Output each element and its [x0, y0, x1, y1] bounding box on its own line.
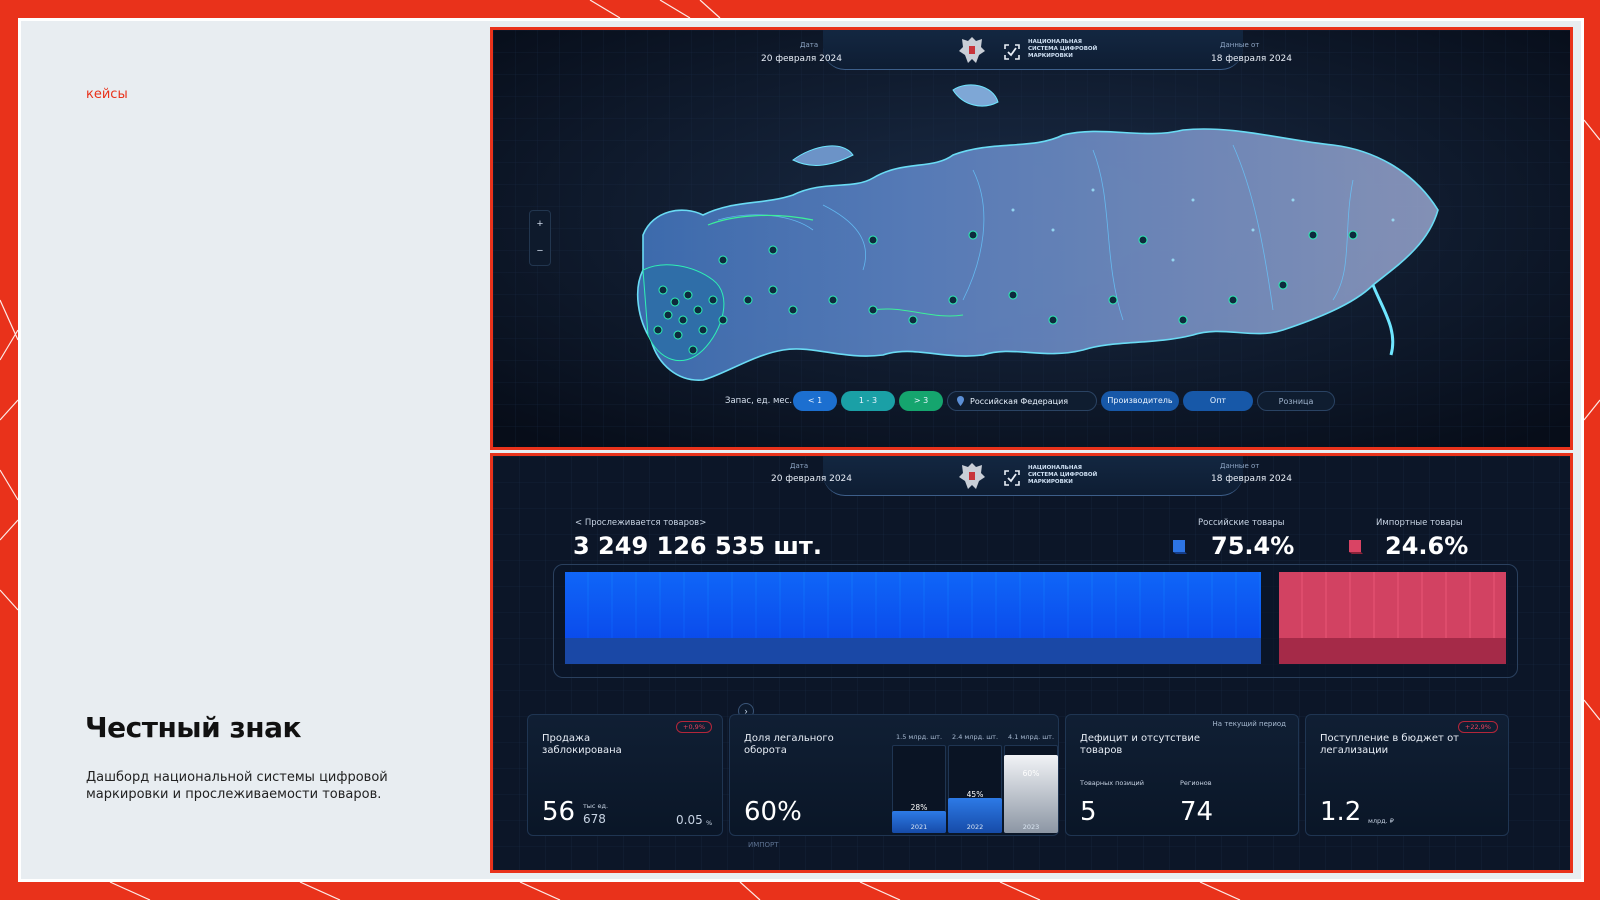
legal-value: 60%: [744, 797, 802, 827]
import-goods-label: Импортные товары: [1376, 518, 1463, 528]
import-share-bar: [1279, 572, 1506, 664]
budget-value: 1.2: [1320, 797, 1362, 827]
blocked-value: 56: [542, 797, 576, 827]
budget-unit: млрд. ₽: [1368, 817, 1394, 825]
tracked-value: 3 249 126 535 шт.: [573, 532, 822, 560]
blocked-unit: тыс ед.: [583, 802, 609, 810]
card-budget[interactable]: +22,9% Поступление в бюджет от легализац…: [1305, 714, 1509, 836]
stock-filter-gt3[interactable]: > 3: [899, 391, 943, 411]
org-name: НАЦИОНАЛЬНАЯ СИСТЕМА ЦИФРОВОЙ МАРКИРОВКИ: [1028, 465, 1098, 485]
legal-col-bar: [1004, 755, 1058, 833]
dashboard-header: Дата 20 февраля 2024 НАЦИОНАЛЬНАЯ СИСТЕМ…: [493, 30, 1570, 76]
card-title: Дефицит и отсутствие товаров: [1080, 733, 1201, 756]
stock-filter-1-3[interactable]: 1 - 3: [841, 391, 895, 411]
summary-dashboard-screenshot: Дата 20 февраля 2024 НАЦИОНАЛЬНАЯ СИСТЕМ…: [490, 453, 1573, 873]
date-label: Дата: [800, 41, 819, 49]
blocked-pct: 0.05: [676, 813, 703, 827]
russian-share-bar: [565, 572, 1261, 664]
russia-map: [493, 30, 1570, 447]
check-mark-logo-icon: [1004, 44, 1020, 60]
positions-label: Товарных позиций: [1080, 779, 1144, 787]
trend-badge: +0,9%: [676, 721, 712, 733]
legal-col-label: 4.1 млрд. шт.: [1008, 733, 1055, 741]
segment-producer[interactable]: Производитель: [1101, 391, 1179, 411]
data-from-label: Данные от: [1220, 41, 1260, 49]
date-value: 20 февраля 2024: [761, 54, 843, 64]
data-from-value: 18 февраля 2024: [1211, 54, 1293, 64]
period-label: На текущий период: [1212, 720, 1286, 728]
card-title: Поступление в бюджет от легализации: [1320, 733, 1460, 756]
regions-label: Регионов: [1180, 779, 1212, 787]
tracked-label[interactable]: < Прослеживается товаров>: [575, 518, 706, 528]
legal-col-year: 2023: [1022, 823, 1040, 831]
data-from-value: 18 февраля 2024: [1211, 474, 1293, 484]
stock-label: Запас, ед. мес.: [725, 396, 793, 406]
org-name: НАЦИОНАЛЬНАЯ СИСТЕМА ЦИФРОВОЙ МАРКИРОВКИ: [1028, 39, 1098, 59]
import-footer-label: ИМПОРТ: [748, 841, 779, 849]
location-pin-icon: [957, 396, 964, 406]
legal-col-pct: 45%: [966, 790, 984, 799]
card-title: Продажа заблокирована: [542, 733, 622, 756]
legal-col-year: 2021: [910, 823, 928, 831]
import-cube-icon: [1349, 540, 1363, 554]
region-selector[interactable]: Российская Федерация: [947, 391, 1097, 411]
russian-goods-label: Российские товары: [1198, 518, 1285, 528]
trend-badge: +22,9%: [1457, 721, 1498, 733]
russian-emblem-icon: [959, 37, 985, 63]
russian-emblem-icon: [959, 463, 985, 489]
legal-col-label: 1.5 млрд. шт.: [896, 733, 943, 741]
stock-filter-lt1[interactable]: < 1: [793, 391, 837, 411]
data-from-label: Данные от: [1220, 462, 1260, 470]
case-title: Честный знак: [85, 711, 302, 744]
russian-cube-icon: [1173, 540, 1187, 554]
legal-col-pct: 60%: [1022, 769, 1040, 778]
kpi-cards: +0,9% Продажа заблокирована 56 тыс ед. 6…: [527, 714, 1527, 836]
region-label: Российская Федерация: [970, 397, 1069, 406]
map-dashboard-screenshot: Дата 20 февраля 2024 НАЦИОНАЛЬНАЯ СИСТЕМ…: [490, 27, 1573, 450]
zoom-in-button[interactable]: +: [530, 211, 550, 238]
card-deficit[interactable]: На текущий период Дефицит и отсутствие т…: [1065, 714, 1299, 836]
date-value: 20 февраля 2024: [771, 474, 853, 484]
category-tag: кейсы: [86, 87, 128, 102]
legal-col-year: 2022: [966, 823, 984, 831]
legal-col-pct: 28%: [910, 803, 928, 812]
date-label: Дата: [790, 462, 809, 470]
zoom-out-button[interactable]: −: [530, 238, 550, 265]
regions-value: 74: [1180, 797, 1214, 827]
check-mark-logo-icon: [1004, 470, 1020, 486]
zoom-control: + −: [529, 210, 551, 266]
segment-retail[interactable]: Розница: [1257, 391, 1335, 411]
dashboard-header-2: Дата 20 февраля 2024 НАЦИОНАЛЬНАЯ СИСТЕМ…: [493, 456, 1570, 502]
legal-col-label: 2.4 млрд. шт.: [952, 733, 999, 741]
blocked-pct-unit: %: [706, 819, 713, 827]
segment-wholesale[interactable]: Опт: [1183, 391, 1253, 411]
positions-value: 5: [1080, 797, 1097, 827]
card-legal-share[interactable]: Доля легального оборота 60% 1.5 млрд. шт…: [729, 714, 1059, 836]
russian-goods-value: 75.4%: [1211, 532, 1295, 560]
import-goods-value: 24.6%: [1385, 532, 1469, 560]
blocked-sub: 678: [583, 812, 606, 826]
card-blocked-sales[interactable]: +0,9% Продажа заблокирована 56 тыс ед. 6…: [527, 714, 723, 836]
card-title: Доля легального оборота: [744, 733, 834, 756]
case-description: Дашборд национальной системы цифровой ма…: [86, 770, 388, 802]
